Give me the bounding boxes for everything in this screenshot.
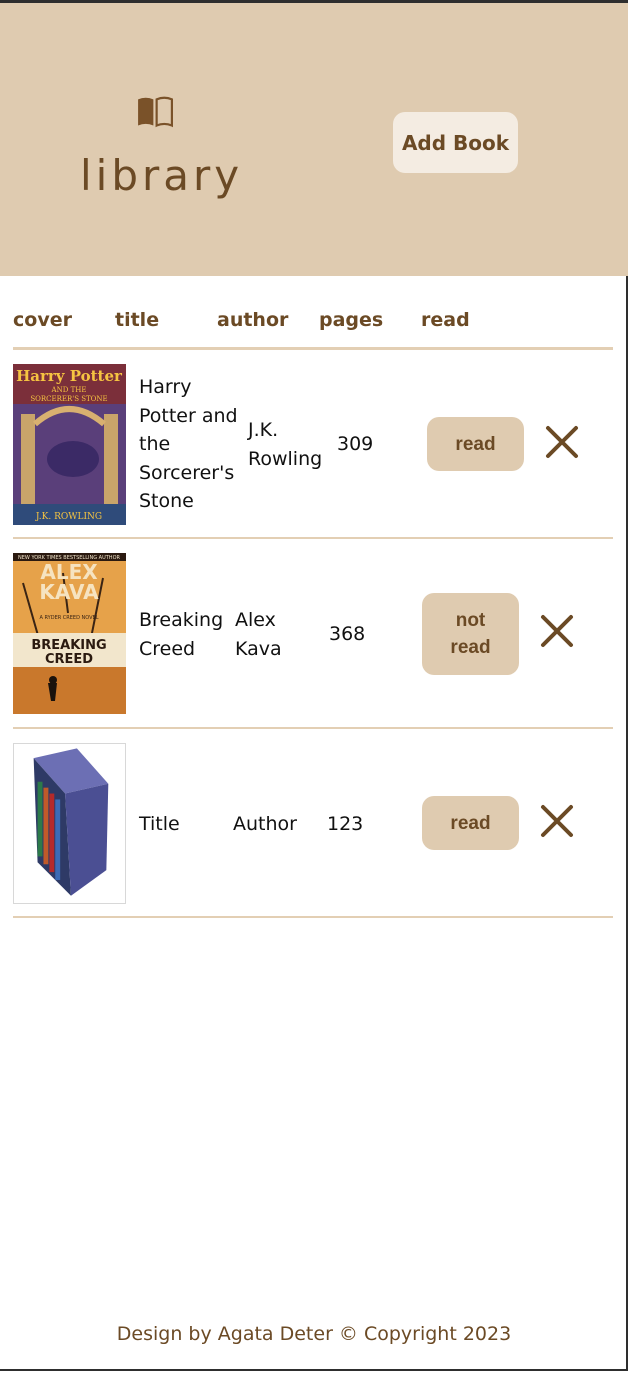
read-status-button[interactable]: read [422,796,519,850]
book-pages: 123 [327,813,364,835]
book-title: Breaking Creed [139,609,224,660]
book-cover-image: NEW YORK TIMES BESTSELLING AUTHOR ALEX K… [13,553,126,714]
cover-title-text: CREED [45,652,93,667]
book-title: Title [139,813,180,835]
cover-title-text: BREAKING [31,638,106,653]
app-header: library Add Book [0,3,628,276]
book-author: Author [233,813,297,835]
cover-author-text: J.K. ROWLING [35,512,102,522]
cover-series-text: A RYDER CREED NOVEL [40,615,99,621]
delete-icon[interactable] [545,425,579,459]
row-divider [13,727,613,729]
cover-author-text: KAVA [39,580,99,604]
column-header-title: title [115,309,160,331]
column-header-read: read [421,309,470,331]
book-author: J.K. Rowling [248,419,323,470]
book-cover-image: Harry Potter AND THE SORCERER'S STONE J.… [13,364,126,525]
book-author: Alex Kava [235,609,282,660]
row-divider [13,537,613,539]
column-header-cover: cover [13,309,72,331]
book-pages: 309 [337,433,374,455]
cover-subtitle-text: AND THE [51,386,87,394]
column-header-pages: pages [319,309,384,331]
row-divider [13,916,613,918]
book-title: Harry Potter and the Sorcerer's Stone [139,376,238,512]
delete-icon[interactable] [540,614,574,648]
cover-subtitle-text: SORCERER'S STONE [30,395,107,403]
delete-icon[interactable] [540,804,574,838]
cover-title-text: Harry Potter [16,367,123,385]
header-divider [13,347,613,350]
book-pages: 368 [329,623,366,645]
column-header-author: author [217,309,289,331]
book-cover-image [13,743,126,904]
add-book-button[interactable]: Add Book [393,112,518,173]
read-status-button[interactable]: not read [422,593,519,675]
read-status-button[interactable]: read [427,417,524,471]
footer-credit: Design by Agata Deter © Copyright 2023 [116,1323,512,1345]
logo-text: library [80,151,244,200]
open-book-icon [138,96,173,128]
